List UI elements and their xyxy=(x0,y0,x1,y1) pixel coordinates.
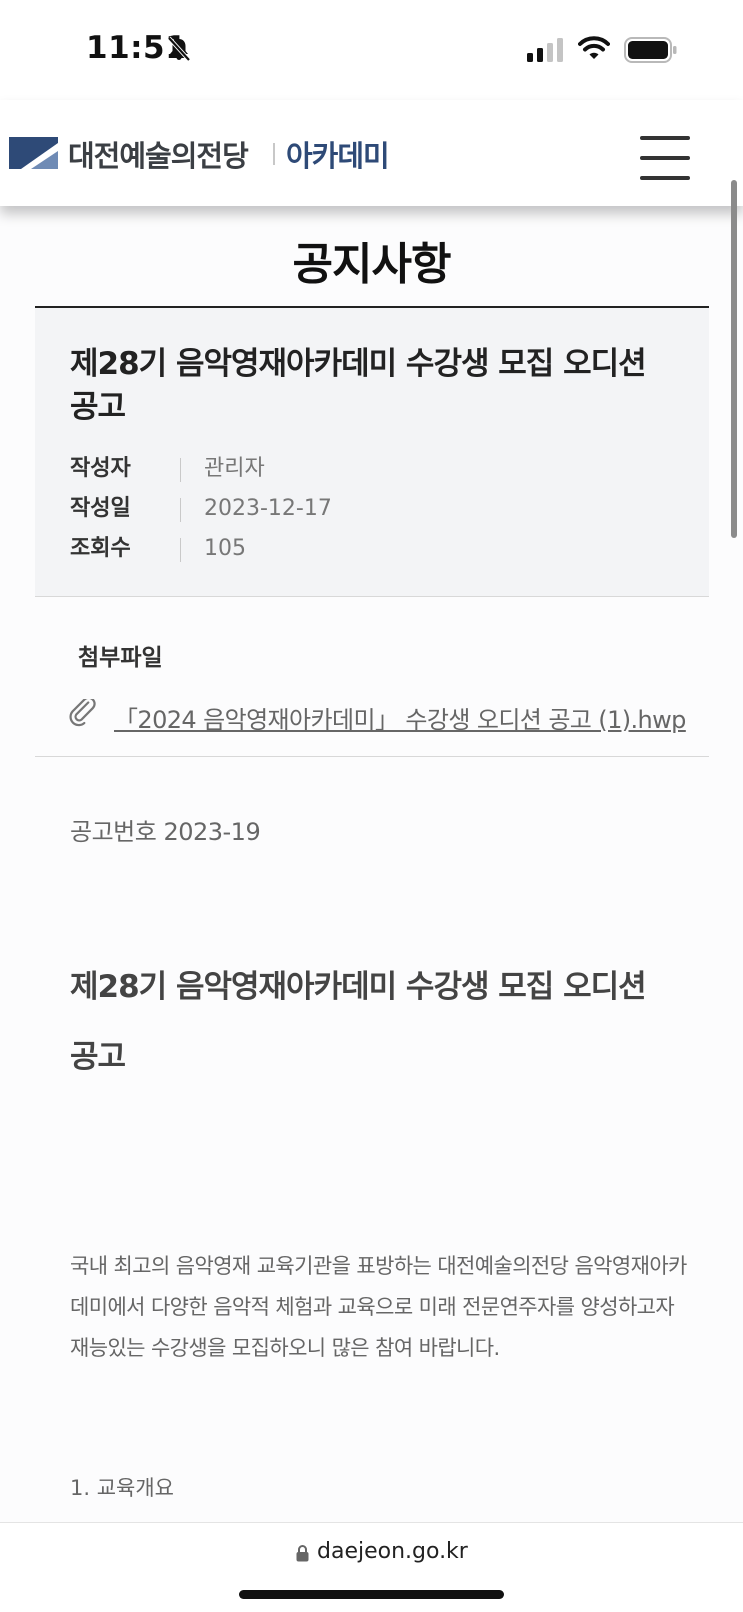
meta-divider xyxy=(180,498,181,522)
meta-value: 2023-12-17 xyxy=(204,496,332,521)
meta-label: 조회수 xyxy=(70,536,131,561)
scrollbar[interactable] xyxy=(731,180,737,538)
menu-line xyxy=(640,156,690,160)
body-heading: 제28기 음악영재아카데미 수강생 모집 오디션 공고 xyxy=(70,969,647,1075)
meta-label: 작성일 xyxy=(70,496,131,521)
menu-line xyxy=(640,136,690,140)
attachment-divider xyxy=(35,756,709,757)
battery-icon xyxy=(624,37,677,63)
wifi-icon xyxy=(578,36,610,59)
url-text[interactable]: daejeon.go.kr xyxy=(317,1539,468,1564)
lock-icon xyxy=(296,1545,309,1562)
logo-mark-icon[interactable] xyxy=(9,137,58,169)
hamburger-menu-icon[interactable] xyxy=(640,136,692,184)
meta-divider xyxy=(180,458,181,482)
body-paragraph: 국내 최고의 음악영재 교육기관을 표방하는 대전예술의전당 음악영재아카데미에… xyxy=(70,1254,687,1360)
meta-divider xyxy=(180,538,181,562)
menu-line xyxy=(640,176,690,180)
notice-title: 제28기 음악영재아카데미 수강생 모집 오디션 공고 xyxy=(70,346,647,425)
signal-icon xyxy=(527,38,563,62)
meta-value: 관리자 xyxy=(204,456,265,481)
attachment-file-link[interactable]: 「2024 음악영재아카데미」 수강생 오디션 공고 (1).hwp xyxy=(114,700,686,735)
bell-muted-icon xyxy=(167,36,191,62)
page-title: 공지사항 xyxy=(292,239,452,290)
home-indicator[interactable] xyxy=(239,1590,504,1599)
logo-text[interactable]: 대전예술의전당 xyxy=(68,133,249,175)
meta-label: 작성자 xyxy=(70,456,131,481)
logo-sub[interactable]: 아카데미 xyxy=(286,133,390,175)
section-heading-1: 1. 교육개요 xyxy=(70,1476,174,1500)
paperclip-icon xyxy=(69,699,96,727)
meta-value: 105 xyxy=(204,536,246,561)
logo-divider xyxy=(273,143,275,165)
attachment-label: 첨부파일 xyxy=(78,645,163,671)
notice-number: 공고번호 2023-19 xyxy=(70,818,261,846)
